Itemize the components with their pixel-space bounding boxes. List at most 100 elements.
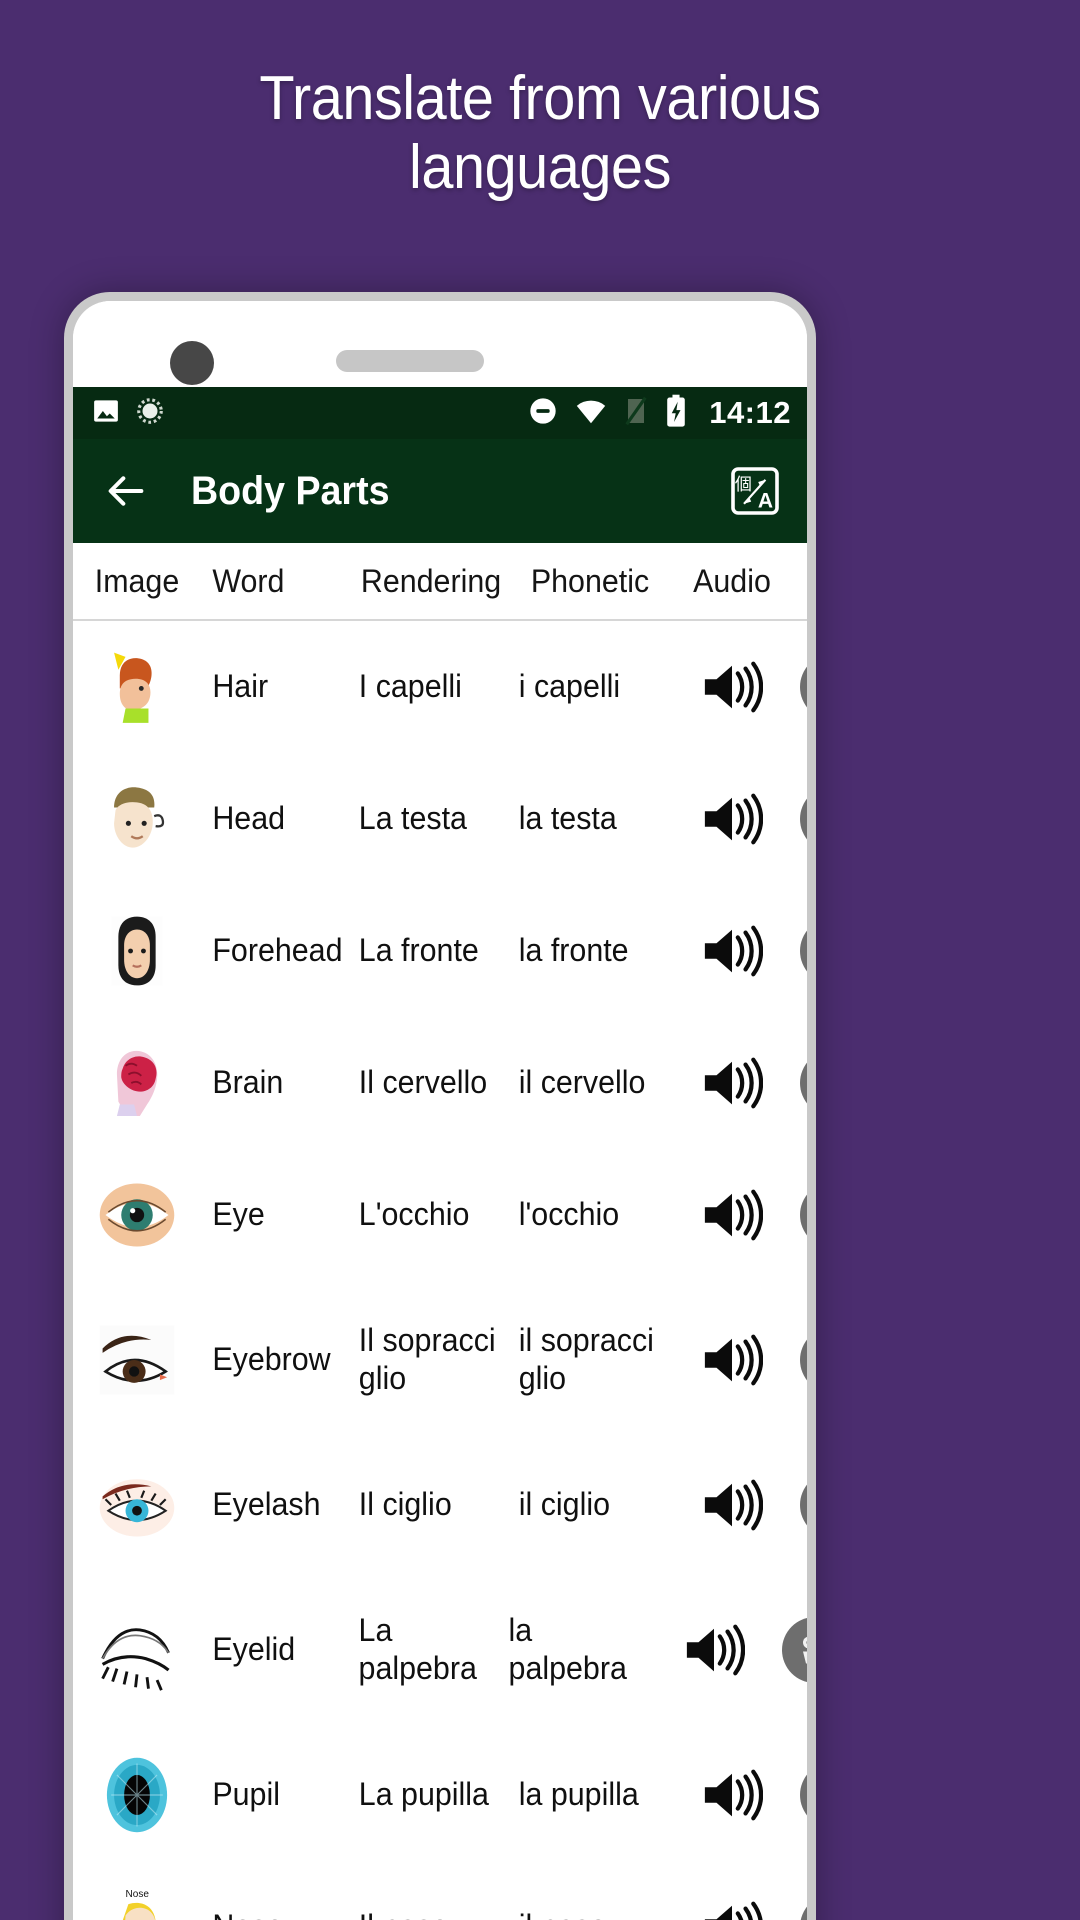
row-thumbnail <box>73 1317 201 1403</box>
pupil-thumb <box>106 1757 168 1833</box>
column-header-word: Word <box>212 562 285 599</box>
svg-text:Nose: Nose <box>126 1889 150 1900</box>
page-title: Body Parts <box>191 468 390 513</box>
eyelid-thumb <box>101 1628 170 1691</box>
row-word: Eyebrow <box>212 1341 331 1378</box>
column-header-image: Image <box>94 562 180 599</box>
play-audio-button[interactable] <box>669 659 795 715</box>
table-row[interactable]: Eyebrow Il sopracci glio il sopracci gli… <box>73 1281 807 1439</box>
row-rendering: La palpebra <box>358 1612 477 1686</box>
back-button[interactable] <box>103 468 149 514</box>
row-phonetic: la testa <box>518 800 617 837</box>
row-word: Nose <box>205 1908 348 1920</box>
eyelash-thumb <box>99 1479 175 1537</box>
play-audio-button[interactable] <box>669 1767 795 1823</box>
table-row[interactable]: Pupil La pupilla la pupilla <box>73 1729 807 1861</box>
row-thumbnail <box>73 1172 201 1258</box>
row-word: Hair <box>212 668 269 705</box>
eye-thumb <box>99 1183 175 1247</box>
translate-icon[interactable]: 個 A <box>729 465 781 517</box>
front-camera-icon <box>170 341 214 385</box>
nose-thumb: Nose <box>122 1889 156 1920</box>
do-not-disturb-icon <box>527 395 559 432</box>
brain-thumb <box>116 1050 158 1116</box>
row-thumbnail: Nose <box>73 1884 201 1920</box>
forehead-thumb <box>111 916 163 986</box>
row-rendering: Il cervello <box>358 1064 488 1101</box>
table-row[interactable]: Eye L'occhio l'occhio <box>73 1149 807 1281</box>
row-rendering: L'occhio <box>358 1196 470 1233</box>
row-phonetic: il ciglio <box>518 1486 610 1523</box>
cellular-off-icon <box>623 395 649 432</box>
row-rendering: I capelli <box>358 668 462 705</box>
row-rendering: Il sopracci glio <box>358 1322 496 1396</box>
table-row[interactable]: Eyelash Il ciglio il ciglio <box>73 1439 807 1571</box>
owl-button[interactable] <box>795 654 807 720</box>
row-rendering: La fronte <box>358 932 479 969</box>
owl-button[interactable] <box>795 786 807 852</box>
row-word: Eye <box>212 1196 265 1233</box>
hair-thumb <box>114 652 152 723</box>
row-thumbnail <box>73 644 201 730</box>
play-audio-button[interactable] <box>669 1187 795 1243</box>
row-rendering: La pupilla <box>358 1776 489 1813</box>
phone-mockup: 14:12 Body Parts 個 A Image Word Renderin… <box>64 292 816 1920</box>
row-phonetic: il cervello <box>518 1064 646 1101</box>
play-audio-button[interactable] <box>669 1332 795 1388</box>
row-thumbnail <box>73 908 201 994</box>
table-row[interactable]: Forehead La fronte la fronte <box>73 885 807 1017</box>
owl-button[interactable] <box>777 1617 807 1683</box>
column-header-rendering: Rendering <box>360 562 502 599</box>
row-thumbnail <box>73 1752 201 1838</box>
image-icon <box>91 396 121 431</box>
row-word: Eyelash <box>212 1486 321 1523</box>
row-phonetic: la fronte <box>518 932 629 969</box>
table-header-row: Image Word Rendering Phonetic Audio <box>73 543 807 621</box>
table-row[interactable]: Eyelid La palpebra la palpebra <box>73 1571 807 1729</box>
owl-button[interactable] <box>795 1472 807 1538</box>
column-header-audio: Audio <box>693 562 771 599</box>
loading-spinner-icon <box>135 396 165 431</box>
svg-text:A: A <box>758 489 773 512</box>
svg-text:個: 個 <box>735 475 752 495</box>
row-word: Brain <box>212 1064 284 1101</box>
eyebrow-thumb <box>99 1325 175 1395</box>
row-phonetic: la pupilla <box>518 1776 639 1813</box>
owl-button[interactable] <box>795 1894 807 1920</box>
row-phonetic: il naso <box>515 1908 665 1920</box>
play-audio-button[interactable] <box>669 1477 795 1533</box>
status-bar-clock: 14:12 <box>709 395 791 430</box>
owl-button[interactable] <box>795 1050 807 1116</box>
play-audio-button[interactable] <box>669 1899 795 1920</box>
owl-button[interactable] <box>795 1327 807 1393</box>
owl-icon <box>803 1636 807 1664</box>
table-row[interactable]: Hair I capelli i capelli <box>73 621 807 753</box>
cloud-download-icon <box>806 549 807 605</box>
word-list[interactable]: Hair I capelli i capelli Head La testa l… <box>73 621 807 1920</box>
table-row[interactable]: Head La testa la testa <box>73 753 807 885</box>
phone-notch-area <box>73 301 807 387</box>
row-rendering: Il ciglio <box>358 1486 452 1523</box>
battery-charging-icon <box>664 394 688 433</box>
row-word: Eyelid <box>212 1631 296 1668</box>
play-audio-button[interactable] <box>651 1622 777 1678</box>
table-row[interactable]: Nose Nose Il naso il naso <box>73 1861 807 1920</box>
row-word: Pupil <box>212 1776 280 1813</box>
row-thumbnail <box>73 1040 201 1126</box>
status-bar: 14:12 <box>73 387 807 439</box>
row-word: Forehead <box>212 932 343 969</box>
play-audio-button[interactable] <box>669 1055 795 1111</box>
row-thumbnail <box>73 1607 201 1693</box>
app-bar: Body Parts 個 A <box>73 439 807 543</box>
row-phonetic: l'occhio <box>518 1196 620 1233</box>
owl-button[interactable] <box>795 1762 807 1828</box>
download-all-button[interactable] <box>797 549 807 613</box>
owl-button[interactable] <box>795 918 807 984</box>
row-rendering: La testa <box>358 800 467 837</box>
play-audio-button[interactable] <box>669 923 795 979</box>
promo-headline: Translate from various languages <box>259 64 821 203</box>
play-audio-button[interactable] <box>669 791 795 847</box>
row-phonetic: i capelli <box>518 668 621 705</box>
table-row[interactable]: Brain Il cervello il cervello <box>73 1017 807 1149</box>
owl-button[interactable] <box>795 1182 807 1248</box>
